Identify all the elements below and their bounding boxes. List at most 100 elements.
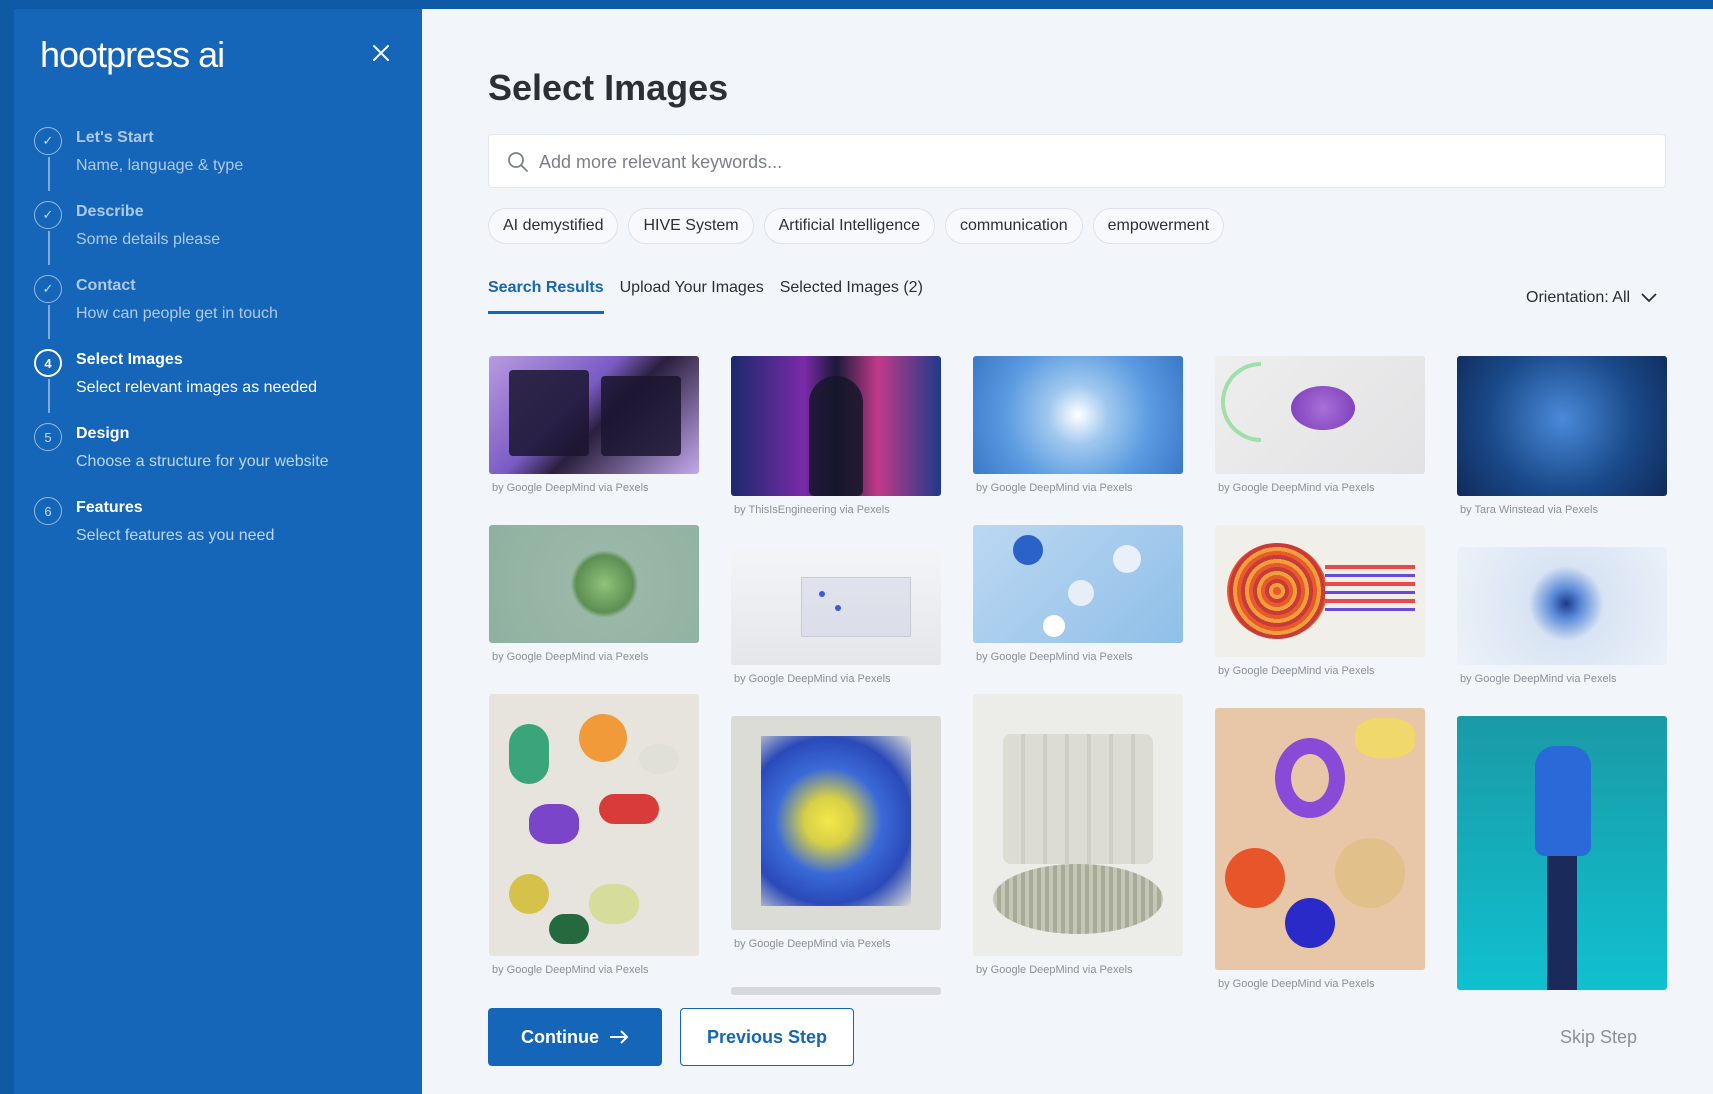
keyword-chip[interactable]: Artificial Intelligence (763, 208, 936, 244)
image-tile[interactable]: by Google DeepMind via Pexels (1457, 547, 1667, 685)
image-thumbnail (1215, 708, 1425, 970)
image-tile[interactable]: by Tara Winstead via Pexels (1457, 356, 1667, 516)
image-credit: by Google DeepMind via Pexels (1460, 673, 1617, 685)
step-number: 4 (34, 349, 62, 377)
image-credit: by Google DeepMind via Pexels (976, 482, 1133, 494)
image-tile[interactable]: by Google DeepMind via Pexels (489, 694, 699, 976)
image-credit: by Google DeepMind via Pexels (1218, 665, 1375, 677)
step-title: Contact (76, 277, 136, 294)
step-title: Design (76, 425, 130, 442)
image-tile[interactable]: by Google DeepMind via Pexels (731, 547, 941, 685)
image-tile[interactable]: by ThisIsEngineering via Pexels (731, 356, 941, 516)
step-connector (48, 157, 50, 191)
step-connector (48, 379, 50, 413)
image-thumbnail (1457, 716, 1667, 990)
keyword-chip[interactable]: AI demystified (488, 208, 619, 244)
step-describe[interactable]: ✓ Describe Some details please (34, 193, 404, 267)
image-thumbnail (1457, 547, 1667, 665)
image-tabs: Search Results Upload Your Images Select… (488, 279, 939, 314)
step-contact[interactable]: ✓ Contact How can people get in touch (34, 267, 404, 341)
main-panel: Select Images AI demystified HIVE System… (422, 9, 1713, 1094)
image-credit: by Google DeepMind via Pexels (1218, 482, 1375, 494)
sidebar: hootpress ai ✓ Let's Start Name, languag… (14, 9, 422, 1094)
previous-step-button[interactable]: Previous Step (680, 1008, 854, 1066)
search-box[interactable] (488, 134, 1666, 188)
image-thumbnail (1457, 356, 1667, 496)
image-tile[interactable]: by Google DeepMind via Pexels (731, 716, 941, 950)
tab-upload-images[interactable]: Upload Your Images (620, 279, 764, 314)
step-connector (48, 305, 50, 339)
image-thumbnail (731, 716, 941, 930)
skip-step-button[interactable]: Skip Step (1560, 1027, 1637, 1048)
image-thumbnail (489, 356, 699, 474)
continue-label: Continue (521, 1026, 599, 1047)
image-thumbnail (731, 356, 941, 496)
image-thumbnail (489, 525, 699, 643)
step-connector (48, 231, 50, 265)
keyword-chip[interactable]: empowerment (1092, 208, 1225, 244)
image-tile[interactable]: by Google DeepMind via Pexels (489, 356, 699, 494)
image-tile[interactable]: by Google DeepMind via Pexels (973, 525, 1183, 663)
close-icon[interactable] (367, 39, 395, 67)
logo: hootpress ai (40, 34, 225, 75)
check-icon: ✓ (34, 127, 62, 155)
step-list: ✓ Let's Start Name, language & type ✓ De… (34, 119, 404, 563)
check-icon: ✓ (34, 275, 62, 303)
top-bar (0, 0, 1713, 9)
left-edge (0, 0, 14, 1094)
step-design[interactable]: 5 Design Choose a structure for your web… (34, 415, 404, 489)
image-credit: by Google DeepMind via Pexels (492, 964, 649, 976)
image-credit: by Google DeepMind via Pexels (492, 482, 649, 494)
keyword-chips: AI demystified HIVE System Artificial In… (488, 208, 1225, 244)
step-lets-start[interactable]: ✓ Let's Start Name, language & type (34, 119, 404, 193)
step-features[interactable]: 6 Features Select features as you need (34, 489, 404, 563)
check-icon: ✓ (34, 201, 62, 229)
image-thumbnail (1215, 356, 1425, 474)
image-credit: by Google DeepMind via Pexels (492, 651, 649, 663)
image-thumbnail (1215, 525, 1425, 657)
image-tile[interactable]: by Google DeepMind via Pexels (1215, 356, 1425, 494)
image-thumbnail (489, 694, 699, 956)
image-thumbnail (973, 694, 1183, 956)
image-credit: by Google DeepMind via Pexels (734, 938, 891, 950)
image-tile[interactable]: by Google DeepMind via Pexels (489, 525, 699, 663)
image-tile[interactable]: by Google DeepMind via Pexels (1215, 708, 1425, 990)
step-subtitle: Select relevant images as needed (76, 379, 318, 396)
image-thumbnail (731, 547, 941, 665)
step-title: Features (76, 499, 143, 516)
image-tile[interactable] (1457, 716, 1667, 998)
step-select-images[interactable]: 4 Select Images Select relevant images a… (34, 341, 404, 415)
orientation-label: Orientation: All (1526, 289, 1631, 306)
step-subtitle: Select features as you need (76, 527, 275, 544)
keyword-input[interactable] (539, 143, 1639, 181)
image-thumbnail (973, 356, 1183, 474)
step-subtitle: How can people get in touch (76, 305, 278, 322)
image-credit: by ThisIsEngineering via Pexels (734, 504, 890, 516)
search-icon (508, 152, 528, 172)
step-title: Describe (76, 203, 144, 220)
image-tile[interactable] (731, 987, 941, 995)
step-number: 5 (34, 423, 62, 451)
keyword-chip[interactable]: communication (945, 208, 1083, 244)
image-thumbnail (973, 525, 1183, 643)
tab-search-results[interactable]: Search Results (488, 279, 604, 314)
arrow-right-icon (610, 1030, 629, 1044)
step-subtitle: Name, language & type (76, 157, 244, 174)
page-title: Select Images (488, 67, 729, 108)
image-tile[interactable]: by Google DeepMind via Pexels (973, 694, 1183, 976)
image-credit: by Google DeepMind via Pexels (1218, 978, 1375, 990)
continue-button[interactable]: Continue (488, 1008, 662, 1066)
image-thumbnail (731, 987, 941, 995)
image-tile[interactable]: by Google DeepMind via Pexels (973, 356, 1183, 494)
image-credit: by Google DeepMind via Pexels (734, 673, 891, 685)
image-tile[interactable]: by Google DeepMind via Pexels (1215, 525, 1425, 677)
step-subtitle: Some details please (76, 231, 221, 248)
image-credit: by Google DeepMind via Pexels (976, 651, 1133, 663)
tab-selected-images[interactable]: Selected Images (2) (780, 279, 923, 314)
orientation-dropdown[interactable]: Orientation: All (1526, 289, 1658, 307)
step-title: Let's Start (76, 129, 154, 146)
keyword-chip[interactable]: HIVE System (628, 208, 754, 244)
step-number: 6 (34, 497, 62, 525)
image-credit: by Google DeepMind via Pexels (976, 964, 1133, 976)
image-credit: by Tara Winstead via Pexels (1460, 504, 1598, 516)
